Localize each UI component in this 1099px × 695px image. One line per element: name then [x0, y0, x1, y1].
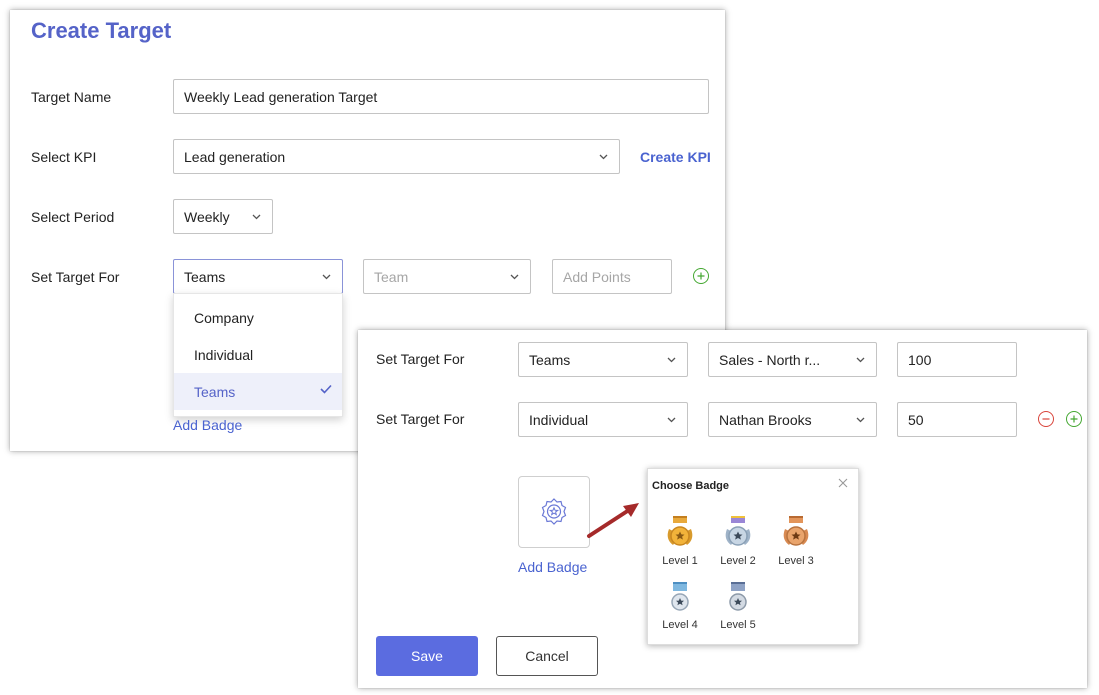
points-input[interactable]: Add Points	[552, 259, 672, 294]
remove-row-button[interactable]	[1038, 411, 1054, 427]
chevron-down-icon	[597, 151, 609, 163]
create-kpi-link[interactable]: Create KPI	[640, 149, 711, 165]
chevron-down-icon	[854, 354, 866, 366]
target-name-label: Target Name	[31, 89, 112, 105]
target-type-select[interactable]: Teams	[173, 259, 343, 294]
plus-icon	[1070, 415, 1078, 423]
target-name-input[interactable]: Weekly Lead generation Target	[173, 79, 709, 114]
choose-badge-popup: Choose Badge Level 1 Level 2 Level 3 Lev…	[647, 468, 859, 645]
badge-level-4[interactable]: Level 4	[657, 581, 703, 631]
period-select[interactable]: Weekly	[173, 199, 273, 234]
chevron-down-icon	[320, 271, 332, 283]
set-target-for-label: Set Target For	[376, 411, 465, 427]
set-target-for-label: Set Target For	[31, 269, 120, 285]
close-icon[interactable]	[838, 478, 848, 488]
badge-placeholder[interactable]	[518, 476, 590, 548]
badge-level-label: Level 4	[662, 619, 698, 631]
cancel-button[interactable]: Cancel	[496, 636, 598, 676]
badge-level-label: Level 5	[720, 619, 756, 631]
badge-level-3[interactable]: Level 3	[773, 515, 819, 567]
chevron-down-icon	[665, 414, 677, 426]
add-badge-link[interactable]: Add Badge	[518, 559, 587, 575]
chevron-down-icon	[854, 414, 866, 426]
chevron-down-icon	[665, 354, 677, 366]
badge-level-label: Level 1	[662, 555, 698, 567]
badge-level-label: Level 3	[778, 555, 814, 567]
silver-medal-blue-ribbon-icon	[671, 582, 689, 611]
option-company[interactable]: Company	[174, 299, 342, 336]
badge-level-1[interactable]: Level 1	[657, 515, 703, 567]
plus-icon	[697, 272, 705, 280]
option-individual[interactable]: Individual	[174, 336, 342, 373]
chevron-down-icon	[250, 211, 262, 223]
team-select[interactable]: Team	[363, 259, 531, 294]
target-type-dropdown: Company Individual Teams	[173, 293, 343, 417]
badge-level-label: Level 2	[720, 555, 756, 567]
row2-member-select[interactable]: Nathan Brooks	[708, 402, 877, 437]
row2-type-select[interactable]: Individual	[518, 402, 688, 437]
bronze-medal-icon	[783, 516, 809, 546]
select-kpi-label: Select KPI	[31, 149, 97, 165]
option-teams[interactable]: Teams	[174, 373, 342, 410]
kpi-select[interactable]: Lead generation	[173, 139, 620, 174]
silver-medal-icon	[725, 516, 751, 546]
badge-icon	[541, 498, 567, 525]
add-row-button[interactable]	[693, 268, 709, 284]
row1-points-input[interactable]: 100	[897, 342, 1017, 377]
set-target-for-label: Set Target For	[376, 351, 465, 367]
popup-title: Choose Badge	[652, 480, 730, 492]
add-row-button[interactable]	[1066, 411, 1082, 427]
add-badge-link[interactable]: Add Badge	[173, 417, 242, 433]
minus-icon	[1042, 418, 1050, 420]
row1-type-select[interactable]: Teams	[518, 342, 688, 377]
row1-member-select[interactable]: Sales - North r...	[708, 342, 877, 377]
pointer-arrow-icon	[587, 503, 639, 538]
select-period-label: Select Period	[31, 209, 115, 225]
silver-medal-grey-ribbon-icon	[729, 582, 747, 611]
chevron-down-icon	[508, 271, 520, 283]
checkmark-icon	[320, 384, 332, 394]
row2-points-input[interactable]: 50	[897, 402, 1017, 437]
page-title: Create Target	[31, 18, 172, 43]
badge-level-2[interactable]: Level 2	[715, 515, 761, 567]
save-button[interactable]: Save	[376, 636, 478, 676]
badge-level-5[interactable]: Level 5	[715, 581, 761, 631]
gold-medal-icon	[667, 516, 693, 546]
